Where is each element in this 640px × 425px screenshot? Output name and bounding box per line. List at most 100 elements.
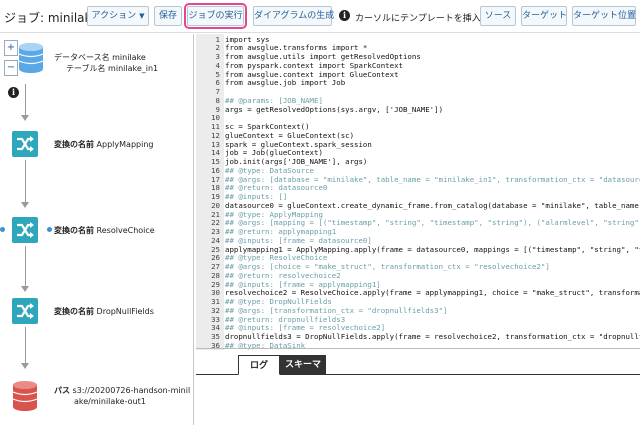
edge-line <box>25 246 26 288</box>
code-line[interactable]: 14 job = Job(glueContext) <box>196 148 640 157</box>
datasink-label: パス s3://20200726-handson-minil ake/minil… <box>54 385 190 407</box>
code-line[interactable]: 24 ## @inputs: [frame = datasource0] <box>196 236 640 245</box>
code-text: ## @inputs: [frame = datasource0] <box>225 235 372 245</box>
code-text: job = Job(glueContext) <box>225 148 323 158</box>
code-line[interactable]: 16 ## @type: DataSource <box>196 166 640 175</box>
action-dropdown-button[interactable]: アクション ▼ <box>87 6 149 26</box>
code-line[interactable]: 29 ## @inputs: [frame = applymapping1] <box>196 280 640 289</box>
zoom-in-button[interactable]: + <box>4 40 18 56</box>
code-line[interactable]: 21 ## @type: ApplyMapping <box>196 210 640 219</box>
code-text: ## @type: ResolveChoice <box>225 253 328 263</box>
code-line[interactable]: 30 resolvechoice2 = ResolveChoice.apply(f… <box>196 288 640 297</box>
transform-prefix: 変換の名前 <box>54 140 94 149</box>
transform-label-resolvechoice: 変換の名前 ResolveChoice <box>54 225 155 236</box>
line-number: 19 <box>211 192 220 201</box>
shuffle-icon[interactable] <box>12 131 38 157</box>
line-number: 35 <box>211 332 220 341</box>
code-line[interactable]: 10 <box>196 113 640 122</box>
database-icon[interactable] <box>18 42 44 77</box>
line-number: 8 <box>215 95 220 105</box>
line-number: 24 <box>211 235 220 245</box>
code-line[interactable]: 31 ## @type: DropNullFields <box>196 297 640 306</box>
code-text: ## @inputs: [] <box>225 192 288 201</box>
caret-down-icon: ▼ <box>139 12 145 20</box>
line-number: 15 <box>211 157 220 166</box>
diagram-panel: + − データベース名 minilake テーブル名 minilake_in1 … <box>0 34 194 425</box>
code-line[interactable]: 20 datasource0 = glueContext.create_dynam… <box>196 201 640 210</box>
diagram-info-icon[interactable]: i <box>8 87 19 98</box>
code-line[interactable]: 22 ## @args: [mapping = [("timestamp", "s… <box>196 218 640 227</box>
code-text: ## @params: [JOB_NAME] <box>225 95 323 105</box>
target-button[interactable]: ターゲット <box>521 6 567 26</box>
line-number: 16 <box>211 165 220 175</box>
code-line[interactable]: 19 ## @inputs: [] <box>196 192 640 201</box>
code-line[interactable]: 11 sc = SparkContext() <box>196 122 640 131</box>
code-line[interactable]: 28 ## @return: resolvechoice2 <box>196 271 640 280</box>
line-number: 7 <box>215 87 220 96</box>
code-line[interactable]: 25 applymapping1 = ApplyMapping.apply(fra… <box>196 245 640 254</box>
code-text: from pyspark.context import SparkContext <box>225 60 403 70</box>
code-line[interactable]: 33 ## @return: dropnullfields3 <box>196 315 640 324</box>
source-button[interactable]: ソース <box>480 6 516 26</box>
line-number: 27 <box>211 262 220 271</box>
shuffle-icon[interactable] <box>12 298 38 324</box>
shuffle-icon[interactable] <box>12 217 38 243</box>
line-number: 30 <box>211 288 220 298</box>
code-editor[interactable]: 1 import sys 2 from awsglue.transforms impo… <box>196 34 640 350</box>
code-text: datasource0 = glueContext.create_dynamic… <box>225 200 639 210</box>
code-line[interactable]: 35 dropnullfields3 = DropNullFields.apply… <box>196 332 640 341</box>
code-line[interactable]: 17 ## @args: [database = "minilake", tabl… <box>196 175 640 184</box>
code-line[interactable]: 1 import sys <box>196 35 640 44</box>
code-line[interactable]: 5 from awsglue.context import GlueContext <box>196 70 640 79</box>
code-text: ## @type: DropNullFields <box>225 297 332 306</box>
line-number: 5 <box>215 69 220 79</box>
arrow-down-icon <box>21 115 29 121</box>
code-line[interactable]: 8 ## @params: [JOB_NAME] <box>196 96 640 105</box>
s3-bucket-icon[interactable] <box>12 380 38 415</box>
code-text: resolvechoice2 = ResolveChoice.apply(fra… <box>225 288 640 298</box>
action-label: アクション <box>91 11 137 21</box>
code-line[interactable]: 9 args = getResolvedOptions(sys.argv, ['J… <box>196 105 640 114</box>
job-toolbar: ジョブ: minilake1 アクション ▼ 保存 ジョブの実行 ダイアグラムの生… <box>0 0 640 33</box>
arrow-down-icon <box>21 202 29 208</box>
code-line[interactable]: 13 spark = glueContext.spark_session <box>196 140 640 149</box>
code-line[interactable]: 7 <box>196 87 640 96</box>
code-text: from awsglue.job import Job <box>225 78 346 88</box>
code-line[interactable]: 4 from pyspark.context import SparkContex… <box>196 61 640 70</box>
target-location-button[interactable]: ターゲット位置 <box>572 6 636 26</box>
code-line[interactable]: 23 ## @return: applymapping1 <box>196 227 640 236</box>
line-number: 21 <box>211 209 220 219</box>
code-text: ## @type: DataSource <box>225 165 314 175</box>
code-text: ## @return: resolvechoice2 <box>225 270 341 280</box>
run-job-button[interactable]: ジョブの実行 <box>184 3 247 29</box>
code-line[interactable]: 12 glueContext = GlueContext(sc) <box>196 131 640 140</box>
insert-template-text: カーソルにテンプレートを挿入 <box>355 14 481 24</box>
code-line[interactable]: 34 ## @inputs: [frame = resolvechoice2] <box>196 323 640 332</box>
datasink-prefix: パス <box>54 386 70 395</box>
code-line[interactable]: 26 ## @type: ResolveChoice <box>196 253 640 262</box>
save-button[interactable]: 保存 <box>154 6 182 26</box>
transform-prefix: 変換の名前 <box>54 226 94 235</box>
code-line[interactable]: 15 job.init(args['JOB_NAME'], args) <box>196 157 640 166</box>
info-icon[interactable]: i <box>339 10 350 21</box>
line-number: 9 <box>215 104 220 114</box>
line-number: 6 <box>215 78 220 88</box>
code-text: dropnullfields3 = DropNullFields.apply(f… <box>225 332 640 341</box>
line-number: 34 <box>211 323 220 333</box>
code-line[interactable]: 2 from awsglue.transforms import * <box>196 43 640 52</box>
code-line[interactable]: 3 from awsglue.utils import getResolvedOp… <box>196 52 640 61</box>
tab-log[interactable]: ログ <box>238 355 280 375</box>
code-text: ## @inputs: [frame = applymapping1] <box>225 279 381 289</box>
editor-divider <box>196 348 640 349</box>
code-line[interactable]: 27 ## @args: [choice = "make_struct", tra… <box>196 262 640 271</box>
zoom-out-button[interactable]: − <box>4 60 18 76</box>
code-text: ## @return: applymapping1 <box>225 227 337 236</box>
code-line[interactable]: 32 ## @args: [transformation_ctx = "dropn… <box>196 306 640 315</box>
code-line[interactable]: 6 from awsglue.job import Job <box>196 78 640 87</box>
code-text: ## @return: datasource0 <box>225 183 328 193</box>
tab-schema[interactable]: スキーマ <box>280 355 326 375</box>
transform-prefix: 変換の名前 <box>54 307 94 316</box>
selection-dot <box>47 227 52 232</box>
generate-diagram-button[interactable]: ダイアグラムの生成 <box>253 6 334 26</box>
code-line[interactable]: 18 ## @return: datasource0 <box>196 183 640 192</box>
